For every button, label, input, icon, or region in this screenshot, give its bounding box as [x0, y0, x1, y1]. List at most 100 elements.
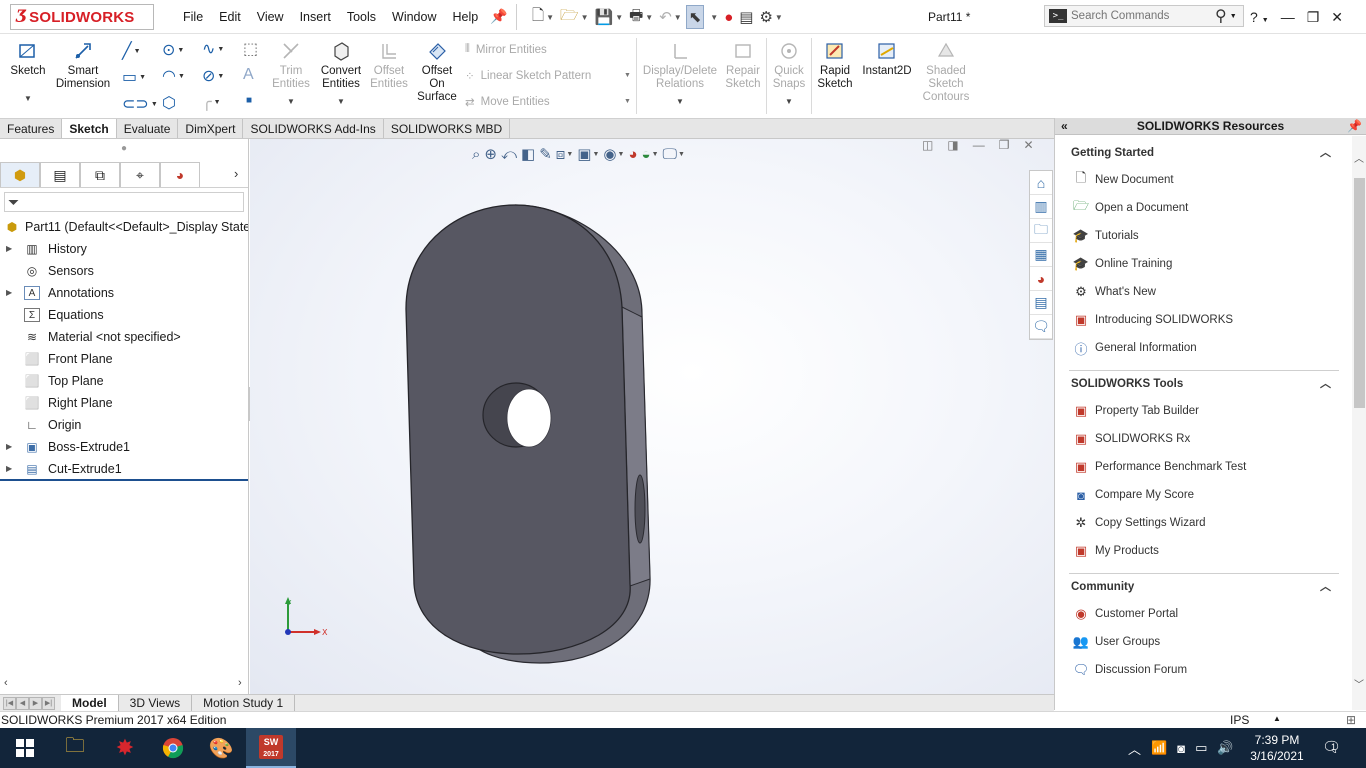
point-tool[interactable]: ■ [246, 95, 252, 106]
viewport-minimize-icon[interactable]: — [973, 139, 985, 152]
tab-dimxpert[interactable]: DimXpert [178, 119, 244, 138]
search-dropdown-icon[interactable]: ▼ [1230, 13, 1237, 20]
tree-item-top-plane[interactable]: ⬜ Top Plane [0, 370, 248, 392]
expand-arrow-icon[interactable]: ▶ [6, 436, 12, 458]
pin-menu-icon[interactable]: 📌 [490, 8, 507, 25]
expand-arrow-icon[interactable]: ▶ [6, 238, 12, 260]
volume-icon[interactable]: 🔊 [1217, 740, 1233, 756]
rebuild-button[interactable]: ● [722, 5, 735, 29]
taskbar-clock[interactable]: 7:39 PM 3/16/2021 [1246, 732, 1308, 764]
trim-entities-button[interactable]: Trim Entities ▼ [270, 40, 312, 108]
line-tool[interactable]: ╱ ▼ [122, 41, 141, 61]
propertymanager-tab[interactable]: ▤ [40, 162, 80, 187]
taskbar-solidworks[interactable]: SW 2017 [246, 728, 296, 768]
chevron-up-icon[interactable]: ︿ [1320, 371, 1331, 397]
section-view-button[interactable]: ◧ [521, 145, 535, 163]
offset-entities-button[interactable]: Offset Entities [368, 40, 410, 91]
link-copy-settings-wizard[interactable]: ✲ Copy Settings Wizard [1069, 509, 1339, 537]
graphics-area[interactable]: ⌕ ⊕ ⤺ ◧ ✎ ⧈ ▼ ▣ ▼ ◉ ▼ ◕ ◒ ▼ 🖵 ▼ ◫ ◨ — ❐ ✕ ⌂ ▥… [250, 139, 1054, 694]
chevron-up-icon[interactable]: ︿ [1320, 136, 1331, 170]
hide-show-items-button[interactable]: ◉ ▼ [603, 145, 624, 163]
slot-tool[interactable]: ⊂⊃ ▼ [122, 94, 158, 114]
menu-tools[interactable]: Tools [339, 10, 384, 24]
save-button[interactable]: 💾 ▼ [593, 5, 626, 29]
featuremanager-tab[interactable]: ⬢ [0, 162, 40, 187]
tree-item-sensors[interactable]: ◎ Sensors [0, 260, 248, 282]
link-tutorials[interactable]: 🎓 Tutorials [1069, 222, 1339, 250]
file-explorer-tab[interactable]: 🗀 [1030, 219, 1052, 243]
previous-view-button[interactable]: ⤺ [501, 146, 517, 163]
section-header[interactable]: Community ︿ [1069, 574, 1339, 600]
select-dropdown[interactable]: ▼ [706, 5, 720, 29]
convert-entities-button[interactable]: Convert Entities ▼ [317, 40, 365, 108]
quick-snaps-dropdown-icon[interactable]: ▼ [769, 95, 809, 108]
taskbar-chrome[interactable] [148, 728, 198, 768]
rapid-sketch-button[interactable]: Rapid Sketch [814, 40, 856, 91]
ellipse-tool[interactable]: ⊘ ▼ [202, 66, 224, 86]
scroll-right-icon[interactable]: › [238, 677, 242, 689]
dynamic-annotation-button[interactable]: ✎ [539, 145, 552, 163]
select-button[interactable]: ⬉ [685, 5, 705, 29]
section-header[interactable]: SOLIDWORKS Tools ︿ [1069, 371, 1339, 397]
viewport-prev-icon[interactable]: ◫ [922, 139, 933, 152]
print-button[interactable]: 🖶 ▼ [627, 5, 655, 29]
horizontal-scrollbar[interactable]: ‹ › [0, 677, 248, 692]
rectangle-tool[interactable]: ▭ ▼ [122, 67, 146, 87]
view-orientation-button[interactable]: ⧈ ▼ [556, 146, 573, 163]
search-commands-box[interactable]: >_ ⚲ ▼ [1044, 5, 1244, 27]
tree-item-history[interactable]: ▶ ▥ History [0, 238, 248, 260]
last-tab-icon[interactable]: ▶| [42, 696, 55, 710]
battery-icon[interactable]: ▭ [1195, 740, 1207, 756]
viewport-close-icon[interactable]: ✕ [1023, 139, 1033, 152]
undo-button[interactable]: ↶ ▼ [657, 5, 684, 29]
link-solidworks-rx[interactable]: ▣ SOLIDWORKS Rx [1069, 425, 1339, 453]
view-settings-button[interactable]: 🖵 ▼ [663, 146, 685, 163]
polygon-tool[interactable]: ⬡ [162, 93, 176, 113]
start-button[interactable] [0, 728, 50, 768]
display-style-button[interactable]: ▣ ▼ [577, 145, 599, 163]
tree-item-material[interactable]: ≋ Material <not specified> [0, 326, 248, 348]
help-button[interactable]: ? ▼ [1250, 9, 1269, 25]
taskbar-app-red[interactable]: ✸ [100, 728, 150, 768]
scroll-up-icon[interactable]: ︿ [1354, 150, 1364, 165]
trim-dropdown-icon[interactable]: ▼ [270, 95, 312, 108]
options-button[interactable]: ⚙ ▼ [757, 5, 784, 29]
tab-evaluate[interactable]: Evaluate [117, 119, 179, 138]
pin-task-pane-icon[interactable]: 📌 [1347, 118, 1362, 134]
restore-icon[interactable]: ❐ [1307, 9, 1320, 26]
scrollbar-thumb[interactable] [1354, 178, 1365, 408]
shaded-sketch-contours-button[interactable]: Shaded Sketch Contours [920, 40, 972, 104]
tab-model[interactable]: Model [61, 695, 119, 711]
notification-center[interactable]: 🗨1 [1322, 738, 1346, 756]
new-document-button[interactable]: 🗋 ▼ [530, 5, 556, 29]
search-icon[interactable]: ⚲ [1215, 6, 1227, 26]
unit-system[interactable]: IPS [1230, 713, 1249, 727]
meet-now-icon[interactable]: ◙ [1177, 741, 1185, 756]
unit-system-dropdown-icon[interactable]: ▲ [1273, 714, 1281, 723]
arc-tool[interactable]: ◠ ▼ [162, 66, 185, 86]
tree-item-equations[interactable]: Σ Equations [0, 304, 248, 326]
tree-item-boss-extrude1[interactable]: ▶ ▣ Boss-Extrude1 [0, 436, 248, 458]
prev-tab-icon[interactable]: ◀ [16, 696, 29, 710]
configurationmanager-tab[interactable]: ⧉ [80, 162, 120, 187]
link-performance-benchmark[interactable]: ▣ Performance Benchmark Test [1069, 453, 1339, 481]
chevron-right-icon[interactable]: › [234, 166, 238, 181]
tree-item-origin[interactable]: ∟ Origin [0, 414, 248, 436]
close-icon[interactable]: ✕ [1331, 9, 1343, 26]
tab-motion-study[interactable]: Motion Study 1 [192, 695, 296, 711]
tree-item-annotations[interactable]: ▶ A Annotations [0, 282, 248, 304]
tab-mbd[interactable]: SOLIDWORKS MBD [384, 119, 511, 138]
construction-tool[interactable]: ⬚ [243, 39, 258, 59]
menu-view[interactable]: View [249, 10, 292, 24]
minimize-icon[interactable]: — [1281, 9, 1295, 25]
quick-snaps-button[interactable]: Quick Snaps ▼ [769, 40, 809, 108]
link-discussion-forum[interactable]: 🗨 Discussion Forum [1069, 656, 1339, 684]
scroll-left-icon[interactable]: ‹ [4, 677, 8, 689]
move-dropdown-icon[interactable]: ▼ [624, 98, 631, 105]
menu-file[interactable]: File [175, 10, 211, 24]
linear-sketch-pattern-button[interactable]: ⁘ Linear Sketch Pattern [465, 69, 591, 83]
open-button[interactable]: 🗁 ▼ [558, 5, 591, 29]
sketch-button[interactable]: Sketch ▼ [6, 40, 50, 105]
expand-arrow-icon[interactable]: ▶ [6, 282, 12, 304]
tab-features[interactable]: Features [0, 119, 63, 138]
